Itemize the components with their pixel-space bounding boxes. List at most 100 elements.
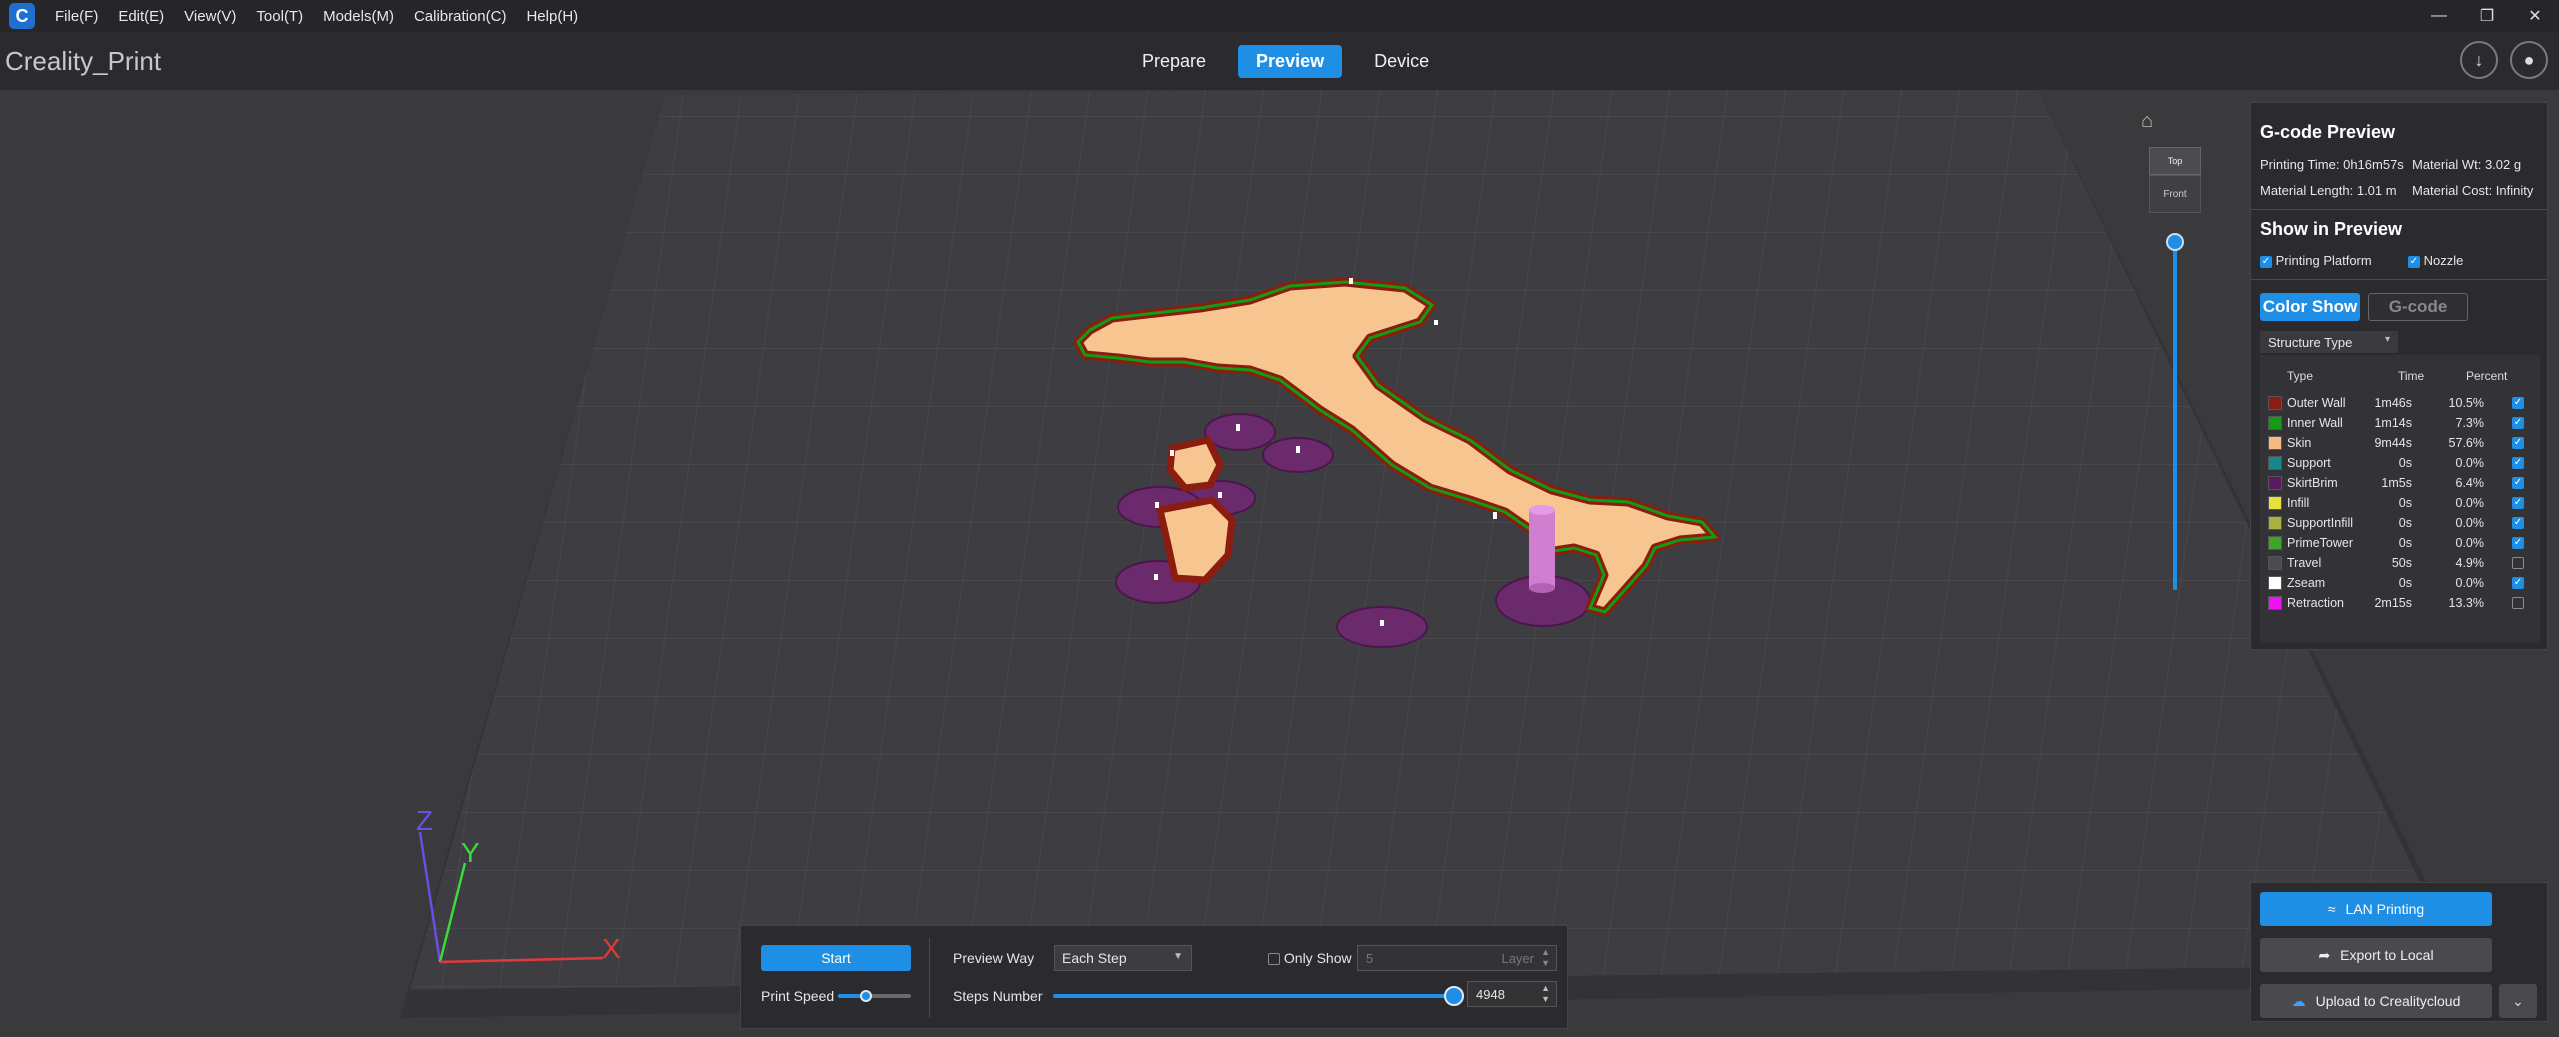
divider (2251, 279, 2547, 280)
app-title: Creality_Print (5, 46, 162, 76)
color-swatch (2268, 556, 2282, 570)
table-row: SkirtBrim 1m5s 6.4% ✓ (2260, 473, 2540, 493)
gcode-tab[interactable]: G-code (2368, 293, 2468, 321)
steps-handle[interactable] (1444, 986, 1464, 1006)
material-weight: Material Wt: 3.02 g (2412, 157, 2522, 172)
gcode-preview-title: G-code Preview (2260, 122, 2396, 142)
structure-name: SkirtBrim (2287, 476, 2338, 490)
layer-unit: Layer (1501, 951, 1534, 966)
lan-printing-label: LAN Printing (2345, 901, 2425, 917)
menu-file[interactable]: File(F) (55, 8, 98, 25)
checkbox-icon[interactable]: ✓ (2512, 477, 2524, 489)
col-percent: Percent (2466, 369, 2508, 383)
tab-prepare[interactable]: Prepare (1124, 45, 1224, 78)
axis-y-label: Y (461, 837, 480, 868)
structure-percent: 57.6% (2448, 436, 2484, 450)
printing-platform-toggle[interactable]: ✓ Printing Platform (2260, 253, 2372, 268)
close-icon[interactable]: ✕ (2511, 0, 2559, 32)
color-swatch (2268, 456, 2282, 470)
preview-way-select[interactable]: Each Step ▼ (1054, 945, 1192, 971)
lan-printing-button[interactable]: ≈ LAN Printing (2260, 892, 2492, 926)
structure-name: Infill (2287, 496, 2310, 510)
home-icon[interactable]: ⌂ (2141, 110, 2153, 133)
color-swatch (2268, 516, 2282, 530)
material-length: Material Length: 1.01 m (2260, 183, 2397, 198)
user-icon[interactable]: ● (2510, 41, 2548, 79)
only-show-toggle[interactable]: Only Show (1268, 950, 1352, 966)
checkbox-icon[interactable]: ✓ (2408, 255, 2420, 268)
color-swatch (2268, 476, 2282, 490)
checkbox-icon[interactable]: ✓ (2512, 457, 2524, 469)
preview-way-value: Each Step (1062, 950, 1127, 966)
structure-percent: 0.0% (2455, 496, 2485, 510)
layer-slider-track[interactable] (2173, 240, 2177, 590)
color-swatch (2268, 416, 2282, 430)
preview-way-label: Preview Way (953, 950, 1035, 966)
menu-tool[interactable]: Tool(T) (256, 8, 303, 25)
restore-icon[interactable]: ❐ (2463, 0, 2511, 32)
checkbox-icon[interactable]: ✓ (2512, 577, 2524, 589)
tab-device[interactable]: Device (1356, 45, 1447, 78)
menu-help[interactable]: Help(H) (526, 8, 578, 25)
tab-preview[interactable]: Preview (1238, 45, 1343, 78)
print-speed-handle[interactable] (860, 990, 872, 1002)
export-panel: ≈ LAN Printing ➦ Export to Local ☁ Uploa… (2250, 882, 2548, 1022)
menu-models[interactable]: Models(M) (323, 8, 394, 25)
structure-time: 0s (2398, 516, 2412, 530)
structure-type-tab[interactable]: Structure Type ▾ (2260, 331, 2398, 353)
checkbox-icon[interactable]: ✓ (2512, 417, 2524, 429)
start-button[interactable]: Start (761, 945, 911, 971)
checkbox-icon[interactable] (2512, 597, 2524, 609)
structure-time: 50s (2391, 556, 2412, 570)
layer-slider-handle[interactable] (2166, 233, 2184, 251)
layer-value: 5 (1366, 950, 1374, 966)
stepper-icon[interactable]: ▲ ▼ (1541, 947, 1550, 969)
checkbox-icon[interactable] (1268, 953, 1280, 966)
main-menu: File(F) Edit(E) View(V) Tool(T) Models(M… (55, 8, 598, 25)
steps-track[interactable] (1053, 994, 1456, 998)
structure-table: Type Time Percent Outer Wall 1m46s 10.5% ✓ I… (2260, 355, 2540, 643)
chevron-down-icon[interactable]: ⌄ (2499, 984, 2537, 1018)
structure-percent: 0.0% (2455, 516, 2485, 530)
structure-time: 0s (2398, 496, 2412, 510)
table-row: Support 0s 0.0% ✓ (2260, 453, 2540, 473)
view-cube-front[interactable]: Front (2149, 175, 2201, 213)
menu-calibration[interactable]: Calibration(C) (414, 8, 507, 25)
upload-cloud-button[interactable]: ☁ Upload to Crealitycloud (2260, 984, 2492, 1018)
checkbox-icon[interactable]: ✓ (2512, 397, 2524, 409)
chevron-down-icon: ▼ (1173, 951, 1183, 962)
export-local-button[interactable]: ➦ Export to Local (2260, 938, 2492, 972)
view-cube-top[interactable]: Top (2149, 147, 2201, 175)
checkbox-icon[interactable]: ✓ (2512, 497, 2524, 509)
view-cube[interactable]: Top Front (2149, 147, 2201, 213)
checkbox-icon[interactable] (2512, 557, 2524, 569)
checkbox-icon[interactable]: ✓ (2260, 255, 2272, 268)
material-cost: Material Cost: Infinity (2412, 183, 2534, 198)
structure-percent: 6.4% (2455, 476, 2485, 490)
steps-input[interactable]: 4948 ▲ ▼ (1467, 981, 1557, 1007)
mode-tabs: Prepare Preview Device (1124, 45, 1461, 78)
structure-name: SupportInfill (2287, 516, 2354, 530)
structure-time: 0s (2398, 576, 2412, 590)
axis-z-label: Z (416, 805, 433, 836)
download-icon[interactable]: ↓ (2460, 41, 2498, 79)
printing-platform-label: Printing Platform (2275, 253, 2372, 268)
color-show-tab[interactable]: Color Show (2260, 293, 2360, 321)
col-type: Type (2287, 369, 2314, 383)
app-logo-icon: C (9, 3, 35, 29)
stepper-icon[interactable]: ▲ ▼ (1541, 983, 1550, 1005)
structure-time: 1m46s (2374, 396, 2412, 410)
only-show-label: Only Show (1283, 950, 1352, 966)
checkbox-icon[interactable]: ✓ (2512, 537, 2524, 549)
structure-name: Support (2287, 456, 2331, 470)
menu-edit[interactable]: Edit(E) (118, 8, 164, 25)
table-row: Zseam 0s 0.0% ✓ (2260, 573, 2540, 593)
checkbox-icon[interactable]: ✓ (2512, 517, 2524, 529)
minimize-icon[interactable]: — (2415, 0, 2463, 32)
wifi-icon: ≈ (2327, 901, 2336, 917)
checkbox-icon[interactable]: ✓ (2512, 437, 2524, 449)
menu-view[interactable]: View(V) (184, 8, 236, 25)
nozzle-toggle[interactable]: ✓ Nozzle (2408, 253, 2463, 268)
structure-time: 0s (2398, 456, 2412, 470)
layer-input[interactable]: 5 Layer ▲ ▼ (1357, 945, 1557, 971)
